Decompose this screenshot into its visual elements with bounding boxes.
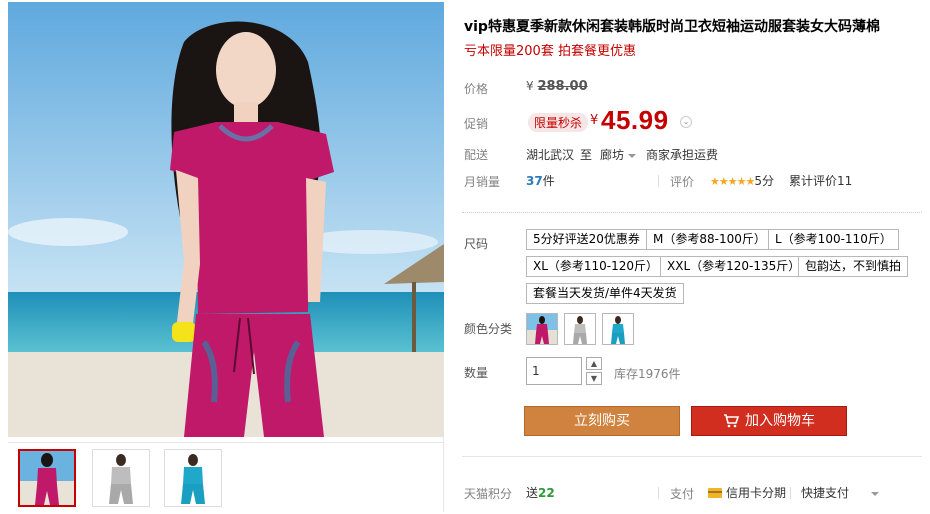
size-option-l[interactable]: L（参考100-110斤）: [768, 229, 899, 250]
shipping-from: 湖北武汉: [526, 148, 575, 162]
product-info-panel: vip特惠夏季新款休闲套装韩版时尚卫衣短袖运动服套装女大码薄棉 亏本限量200套…: [462, 0, 922, 514]
size-label: 尺码: [464, 237, 489, 251]
section-divider: [462, 456, 922, 457]
size-option-m[interactable]: M（参考88-100斤）: [646, 229, 773, 250]
credit-installment-label: 信用卡分期: [726, 486, 787, 500]
total-reviews-link[interactable]: 累计评价11: [789, 172, 852, 189]
quantity-label: 数量: [464, 366, 489, 380]
caret-down-icon: [628, 153, 637, 158]
main-product-image[interactable]: [8, 2, 444, 437]
shipping-to-word: 至: [580, 148, 593, 162]
price-label: 价格: [464, 82, 489, 96]
thumbnail-1[interactable]: [18, 449, 76, 507]
product-subtitle: 亏本限量200套 拍套餐更优惠: [464, 44, 636, 59]
product-title: vip特惠夏季新款休闲套装韩版时尚卫衣短袖运动服套装女大码薄棉: [464, 19, 880, 35]
caret-down-icon: [871, 491, 880, 496]
stock-count: 库存1976件: [614, 367, 681, 381]
color-option-blue[interactable]: [602, 313, 634, 345]
section-divider: [462, 212, 922, 213]
size-option-yunda[interactable]: 包韵达，不到慎拍: [798, 256, 909, 277]
quantity-input[interactable]: 1: [526, 357, 582, 385]
promo-badge: 限量秒杀: [528, 113, 589, 132]
thumbnail-2[interactable]: [92, 449, 150, 507]
monthly-sales-count: 37: [526, 174, 543, 188]
monthly-sales-unit: 件: [542, 174, 555, 188]
add-to-cart-label: 加入购物车: [745, 413, 815, 429]
quick-pay[interactable]: 快捷支付: [801, 484, 880, 501]
points-label: 天猫积分: [464, 487, 513, 501]
size-option-package[interactable]: 套餐当天发货/单件4天发货: [526, 283, 684, 304]
thumbnail-strip: [8, 442, 444, 512]
quick-pay-label: 快捷支付: [801, 486, 850, 500]
promo-price: 45.99: [601, 105, 669, 135]
quantity-decrease-button[interactable]: ▼: [586, 372, 602, 385]
thumbnail-3[interactable]: [164, 449, 222, 507]
monthly-sales-label: 月销量: [464, 175, 501, 189]
shipping-destination[interactable]: 廊坊: [600, 146, 637, 163]
original-price-currency: ¥: [526, 79, 534, 93]
rating-score: 5分: [754, 174, 774, 188]
original-price-value: 288.00: [537, 79, 588, 94]
points: 送22: [526, 484, 555, 501]
shipping-label: 配送: [464, 148, 489, 162]
credit-card-icon: [708, 488, 722, 498]
quantity-increase-button[interactable]: ▲: [586, 357, 602, 370]
add-to-cart-button[interactable]: 加入购物车: [691, 406, 847, 436]
star-rating-icon: ★★★★★: [710, 175, 755, 188]
buy-now-button[interactable]: 立刻购买: [524, 406, 680, 436]
color-label: 颜色分类: [464, 322, 513, 336]
shipping-fee: 商家承担运费: [646, 148, 719, 162]
chevron-down-icon[interactable]: ⌄: [680, 116, 692, 128]
image-gallery: [8, 2, 444, 512]
payment-label: 支付: [670, 487, 695, 501]
original-price: ¥ 288.00: [526, 79, 588, 94]
points-prefix: 送: [526, 486, 539, 500]
divider: [658, 175, 659, 187]
promo-price-currency: ¥: [590, 113, 599, 128]
rating-label: 评价: [670, 175, 695, 189]
divider: [658, 487, 659, 499]
points-value: 22: [538, 486, 555, 500]
size-option-xxl[interactable]: XXL（参考120-135斤）: [660, 256, 808, 277]
cart-icon: [724, 414, 739, 428]
rating[interactable]: ★★★★★5分: [710, 172, 774, 189]
divider: [790, 487, 791, 499]
shipping-destination-text: 廊坊: [600, 148, 625, 162]
color-option-gray[interactable]: [564, 313, 596, 345]
color-option-rose[interactable]: [526, 313, 558, 345]
size-option-coupon[interactable]: 5分好评送20优惠券: [526, 229, 647, 250]
size-option-xl[interactable]: XL（参考110-120斤）: [526, 256, 666, 277]
promo-label: 促销: [464, 117, 489, 131]
monthly-sales: 37件: [526, 172, 555, 189]
credit-installment[interactable]: 信用卡分期: [708, 484, 786, 501]
